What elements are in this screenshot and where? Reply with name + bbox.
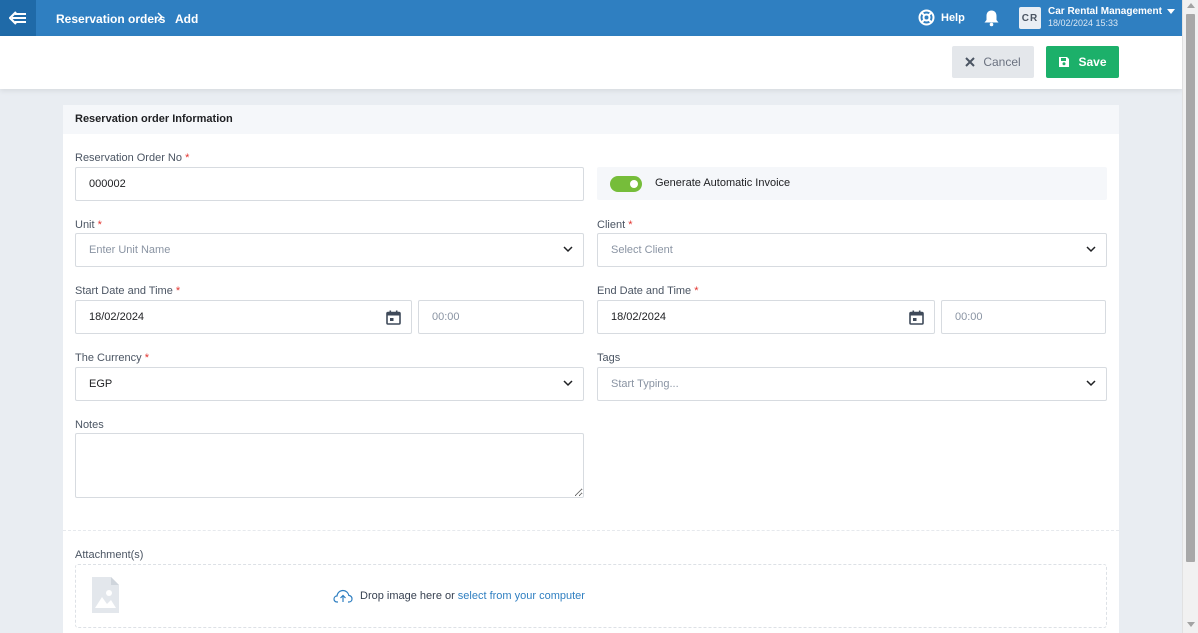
- top-navigation-bar: Reservation orders Add Help CR Car Renta…: [0, 0, 1182, 36]
- start-datetime-label-text: Start Date and Time: [75, 285, 173, 297]
- start-datetime-label: Start Date and Time *: [75, 285, 180, 297]
- floppy-disk-icon: [1059, 57, 1070, 67]
- currency-label-text: The Currency: [75, 352, 142, 364]
- required-mark: *: [175, 285, 181, 297]
- tags-select[interactable]: Start Typing...: [597, 367, 1107, 401]
- dropzone-text-row: Drop image here or select from your comp…: [333, 589, 585, 603]
- currency-label: The Currency *: [75, 352, 149, 364]
- unit-placeholder: Enter Unit Name: [89, 244, 171, 256]
- required-mark: *: [97, 219, 102, 231]
- order-no-label-text: Reservation Order No: [75, 152, 182, 164]
- scroll-down-arrow-icon[interactable]: [1187, 622, 1195, 627]
- end-datetime-label-text: End Date and Time: [597, 285, 692, 297]
- section-divider: [63, 530, 1119, 531]
- start-date-input[interactable]: 18/02/2024: [75, 300, 412, 334]
- end-date-input[interactable]: 18/02/2024: [597, 300, 935, 334]
- lifebuoy-icon: [918, 9, 935, 26]
- chevron-down-icon: [1086, 246, 1096, 253]
- required-mark: *: [694, 285, 699, 297]
- attachment-dropzone[interactable]: Drop image here or select from your comp…: [75, 564, 1107, 628]
- end-time-input[interactable]: 00:00: [941, 300, 1106, 334]
- menu-arrow-icon: [9, 11, 26, 25]
- unit-select[interactable]: Enter Unit Name: [75, 233, 584, 267]
- cloud-upload-icon: [333, 589, 353, 603]
- unit-label-text: Unit: [75, 219, 95, 231]
- calendar-icon[interactable]: [909, 310, 924, 325]
- tags-label: Tags: [597, 352, 621, 364]
- drop-text: Drop image here or: [360, 590, 455, 602]
- chevron-down-icon: [563, 246, 573, 253]
- notes-textarea[interactable]: [75, 433, 584, 498]
- avatar[interactable]: CR: [1019, 7, 1041, 29]
- account-datetime: 18/02/2024 15:33: [1048, 18, 1119, 28]
- required-mark: *: [628, 219, 633, 231]
- reservation-form-card: Reservation order Information Reservatio…: [63, 105, 1119, 633]
- section-title: Reservation order Information: [63, 105, 1119, 134]
- client-label: Client *: [597, 219, 632, 231]
- chevron-right-icon: [157, 12, 164, 22]
- caret-down-icon: [1166, 9, 1175, 14]
- help-label: Help: [941, 11, 965, 24]
- notes-label: Notes: [75, 419, 104, 431]
- chevron-down-icon: [563, 380, 573, 387]
- calendar-icon[interactable]: [386, 310, 401, 325]
- account-name: Car Rental Management: [1048, 6, 1162, 17]
- client-label-text: Client: [597, 219, 626, 231]
- order-no-value: 000002: [89, 178, 126, 190]
- action-bar: Cancel Save: [0, 36, 1182, 89]
- auto-invoice-toggle[interactable]: [610, 176, 642, 192]
- required-mark: *: [185, 152, 190, 164]
- image-placeholder-icon: [92, 577, 119, 613]
- scroll-up-arrow-icon[interactable]: [1187, 3, 1195, 8]
- account-name-row: Car Rental Management: [1048, 6, 1175, 17]
- close-icon: [965, 57, 976, 67]
- start-time-placeholder: 00:00: [432, 311, 460, 323]
- currency-select[interactable]: EGP: [75, 367, 584, 401]
- start-time-input[interactable]: 00:00: [418, 300, 584, 334]
- client-placeholder: Select Client: [611, 244, 673, 256]
- end-date-value: 18/02/2024: [611, 311, 667, 323]
- order-no-input[interactable]: 000002: [75, 167, 584, 201]
- scrollbar-thumb[interactable]: [1186, 14, 1195, 562]
- auto-invoice-row: Generate Automatic Invoice: [597, 167, 1107, 200]
- breadcrumb-reservation-orders[interactable]: Reservation orders: [56, 12, 165, 26]
- cancel-label: Cancel: [983, 55, 1021, 69]
- unit-label: Unit *: [75, 219, 102, 231]
- account-menu[interactable]: Car Rental Management 18/02/2024 15:33: [1048, 6, 1175, 28]
- order-no-label: Reservation Order No *: [75, 152, 189, 164]
- chevron-down-icon: [1086, 380, 1096, 387]
- start-date-value: 18/02/2024: [89, 311, 145, 323]
- save-label: Save: [1078, 55, 1107, 69]
- end-time-placeholder: 00:00: [955, 311, 983, 323]
- help-link[interactable]: Help: [918, 9, 965, 26]
- attachments-label: Attachment(s): [75, 549, 144, 561]
- save-button[interactable]: Save: [1046, 46, 1119, 78]
- client-select[interactable]: Select Client: [597, 233, 1107, 267]
- auto-invoice-label: Generate Automatic Invoice: [655, 177, 791, 189]
- tags-placeholder: Start Typing...: [611, 378, 679, 390]
- vertical-scrollbar[interactable]: [1182, 0, 1198, 633]
- currency-value: EGP: [89, 378, 113, 390]
- notifications-bell-icon[interactable]: [983, 9, 1000, 27]
- menu-toggle-button[interactable]: [0, 0, 36, 36]
- breadcrumb-add: Add: [175, 12, 199, 26]
- end-datetime-label: End Date and Time *: [597, 285, 699, 297]
- cancel-button[interactable]: Cancel: [952, 46, 1034, 78]
- select-file-link[interactable]: select from your computer: [458, 590, 585, 602]
- required-mark: *: [144, 352, 149, 364]
